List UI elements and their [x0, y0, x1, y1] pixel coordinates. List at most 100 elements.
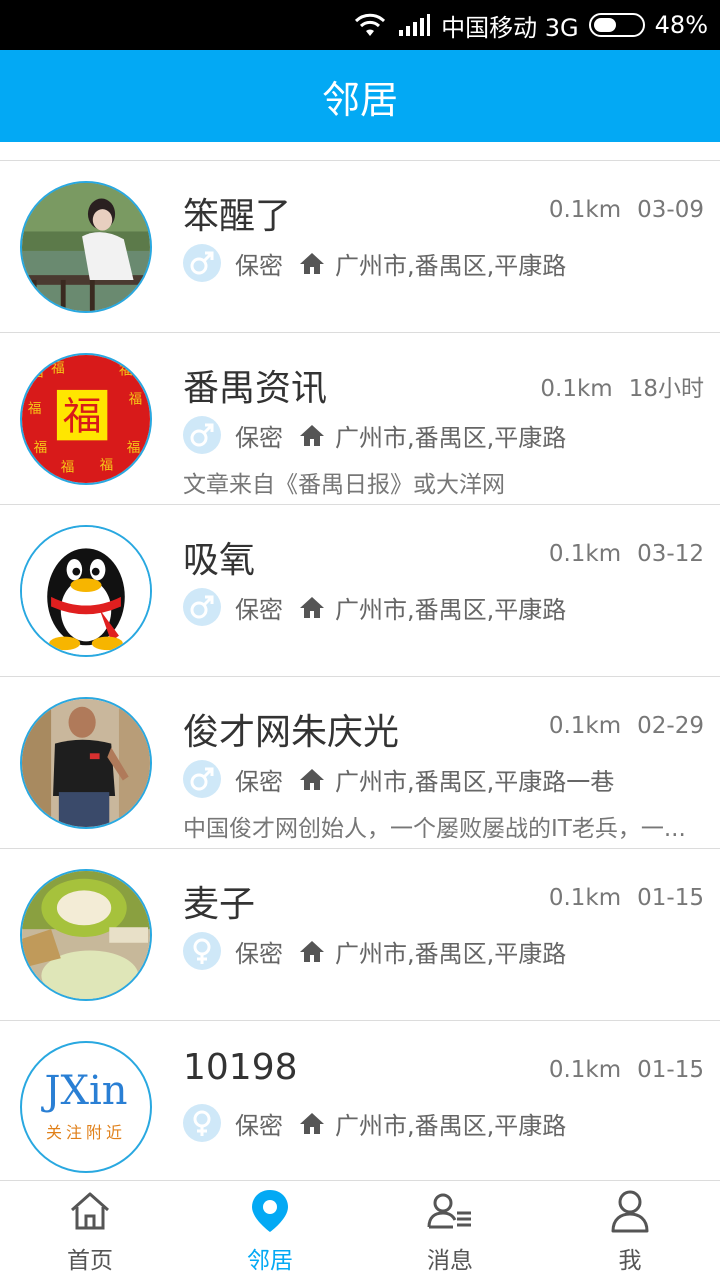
tab-messages[interactable]: 消息 [360, 1181, 540, 1280]
home-icon [68, 1187, 112, 1235]
privacy-label: 保密 [235, 939, 283, 968]
home-icon [299, 767, 325, 791]
neighbor-info: 保密 广州市,番禺区,平康路 [183, 931, 566, 971]
distance: 0.1km [548, 541, 622, 567]
tab-home[interactable]: 首页 [0, 1181, 180, 1280]
privacy-label: 保密 [235, 251, 283, 280]
location-text: 广州市,番禺区,平康路 [335, 939, 567, 968]
neighbor-name: 笨醒了 [183, 196, 292, 237]
status-bar: 中国移动 3G 48% [0, 0, 720, 50]
location-text: 广州市,番禺区,平康路 [335, 423, 567, 452]
neighbor-list: 笨醒了 0.1km 03-09 保密 广州市,番禺区,平康路 福福福 福福福 福福… [0, 160, 720, 1193]
location-text: 广州市,番禺区,平康路 [335, 595, 567, 624]
tab-label: 消息 [427, 1247, 473, 1274]
svg-text:福: 福 [51, 360, 65, 376]
avatar[interactable]: 福福福 福福福 福福福 福 [20, 353, 152, 485]
male-icon [183, 244, 221, 282]
svg-text:福: 福 [63, 395, 102, 440]
timestamp: 18小时 [628, 376, 704, 402]
neighbor-meta: 0.1km 18小时 [540, 369, 704, 403]
bottom-tab-bar: 首页 邻居 消息 我 [0, 1180, 720, 1280]
list-item[interactable]: 麦子 0.1km 01-15 保密 广州市,番禺区,平康路 [0, 849, 720, 1021]
avatar[interactable] [20, 181, 152, 313]
neighbor-name: 番禺资讯 [183, 368, 328, 409]
svg-text:福: 福 [119, 362, 133, 378]
app-bar: 邻居 [0, 50, 720, 142]
privacy-label: 保密 [235, 1111, 283, 1140]
location-pin-icon [250, 1187, 290, 1235]
list-item[interactable]: 俊才网朱庆光 0.1km 02-29 保密 广州市,番禺区,平康路一巷 中国俊才网… [0, 677, 720, 849]
neighbor-meta: 0.1km 03-12 [549, 541, 704, 567]
list-item[interactable]: JXin 关注附近 10198 0.1km 01-15 保密 广州市,番禺区,平康… [0, 1021, 720, 1193]
tab-me[interactable]: 我 [540, 1181, 720, 1280]
tab-label: 我 [618, 1247, 642, 1274]
signal-icon [397, 12, 431, 38]
neighbor-info: 保密 广州市,番禺区,平康路 [183, 415, 566, 455]
neighbor-info: 保密 广州市,番禺区,平康路一巷 [183, 759, 614, 799]
distance: 0.1km [540, 376, 613, 402]
neighbor-meta: 0.1km 03-09 [549, 197, 704, 223]
tab-label: 首页 [67, 1247, 113, 1274]
avatar[interactable]: JXin 关注附近 [20, 1041, 152, 1173]
neighbor-info: 保密 广州市,番禺区,平康路 [183, 587, 566, 627]
neighbor-name: 10198 [183, 1047, 298, 1088]
tab-neighbors[interactable]: 邻居 [180, 1181, 360, 1280]
tab-label: 邻居 [247, 1247, 293, 1274]
svg-text:福: 福 [100, 457, 114, 473]
svg-text:福: 福 [30, 364, 44, 380]
timestamp: 01-15 [637, 1057, 704, 1083]
male-icon [183, 416, 221, 454]
neighbor-meta: 0.1km 01-15 [549, 1057, 704, 1083]
neighbor-name: 俊才网朱庆光 [183, 712, 400, 753]
home-icon [299, 939, 325, 963]
avatar[interactable] [20, 525, 152, 657]
avatar-logo-text: JXin [44, 1068, 128, 1114]
distance: 0.1km [548, 1057, 622, 1083]
svg-text:福: 福 [61, 459, 75, 475]
timestamp: 01-15 [637, 885, 704, 911]
list-item[interactable]: 福福福 福福福 福福福 福 番禺资讯 0.1km 18小时 保密 广州市,番禺区,… [0, 333, 720, 505]
neighbor-description: 中国俊才网创始人，一个屡败屡战的IT老兵，一... [183, 816, 686, 842]
svg-text:福: 福 [34, 440, 48, 456]
male-icon [183, 760, 221, 798]
person-icon [610, 1187, 650, 1235]
avatar-logo-subtext: 关注附近 [45, 1123, 126, 1142]
home-icon [299, 1111, 325, 1135]
timestamp: 02-29 [637, 713, 704, 739]
svg-text:福: 福 [129, 391, 143, 407]
home-icon [299, 595, 325, 619]
neighbor-meta: 0.1km 02-29 [549, 713, 704, 739]
location-text: 广州市,番禺区,平康路一巷 [335, 767, 615, 796]
wifi-icon [353, 12, 387, 38]
neighbor-info: 保密 广州市,番禺区,平康路 [183, 243, 566, 283]
female-icon [183, 932, 221, 970]
svg-text:福: 福 [127, 440, 141, 456]
female-icon [183, 1104, 221, 1142]
page-title: 邻居 [321, 77, 398, 122]
avatar[interactable] [20, 697, 152, 829]
neighbor-name: 麦子 [183, 884, 256, 925]
distance: 0.1km [548, 885, 622, 911]
location-text: 广州市,番禺区,平康路 [335, 1111, 567, 1140]
home-icon [299, 251, 325, 275]
avatar[interactable] [20, 869, 152, 1001]
privacy-label: 保密 [235, 595, 283, 624]
list-item[interactable]: 笨醒了 0.1km 03-09 保密 广州市,番禺区,平康路 [0, 161, 720, 333]
location-text: 广州市,番禺区,平康路 [335, 251, 567, 280]
battery-percent: 48% [654, 11, 708, 39]
timestamp: 03-09 [637, 197, 704, 223]
male-icon [183, 588, 221, 626]
distance: 0.1km [548, 197, 622, 223]
neighbor-name: 吸氧 [183, 540, 256, 581]
carrier-label: 中国移动 3G [441, 13, 579, 42]
message-icon [427, 1187, 473, 1235]
neighbor-info: 保密 广州市,番禺区,平康路 [183, 1103, 566, 1143]
privacy-label: 保密 [235, 423, 283, 452]
neighbor-meta: 0.1km 01-15 [549, 885, 704, 911]
distance: 0.1km [548, 713, 622, 739]
svg-text:福: 福 [28, 401, 42, 417]
neighbor-description: 文章来自《番禺日报》或大洋网 [183, 472, 505, 498]
list-item[interactable]: 吸氧 0.1km 03-12 保密 广州市,番禺区,平康路 [0, 505, 720, 677]
timestamp: 03-12 [637, 541, 704, 567]
battery-icon [588, 13, 645, 37]
